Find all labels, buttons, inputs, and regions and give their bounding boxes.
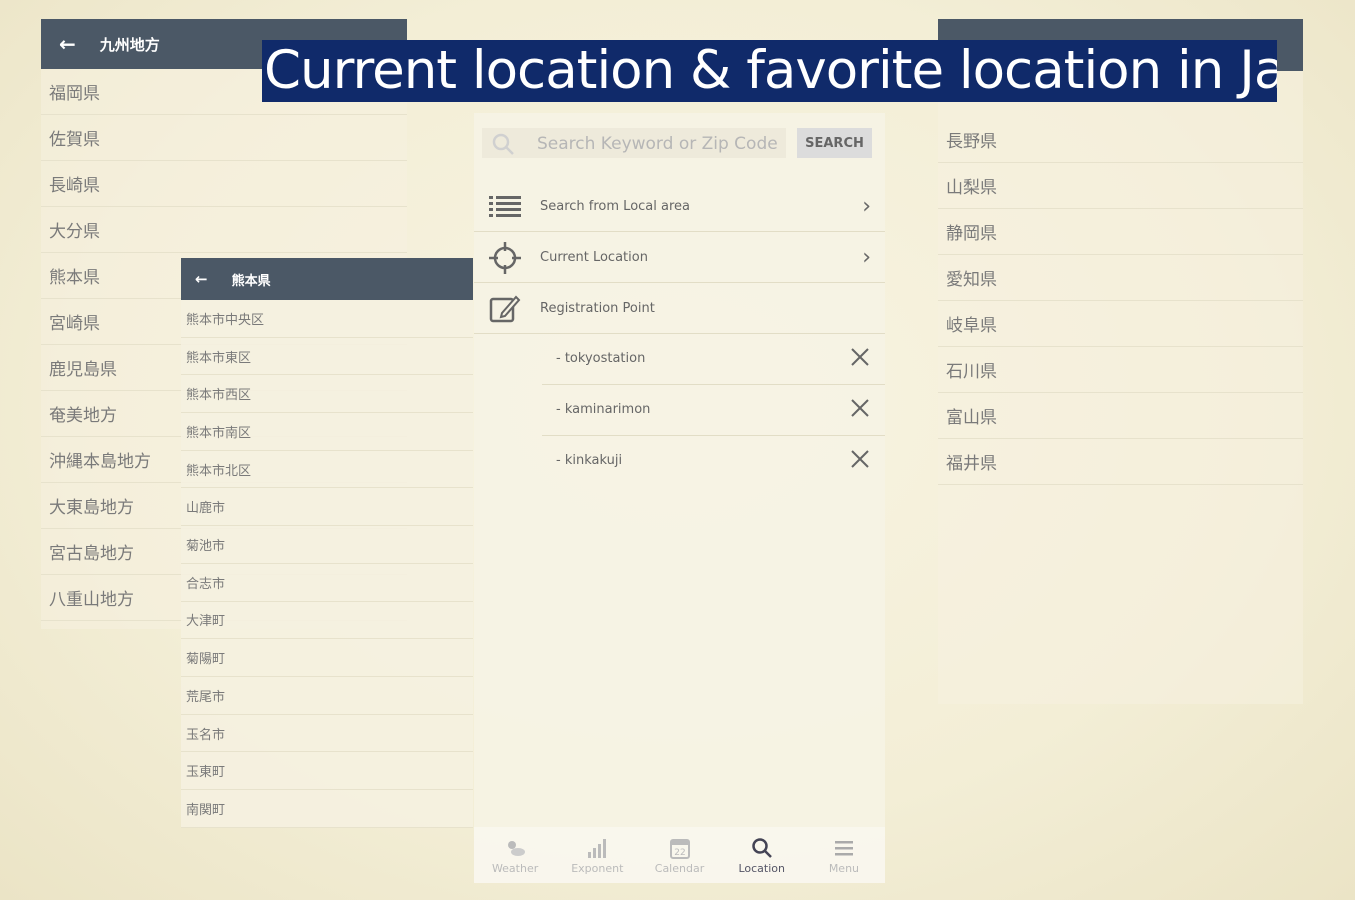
list-item[interactable]: 熊本市西区 — [181, 375, 473, 414]
calendar-day: 22 — [674, 848, 685, 858]
back-arrow-icon[interactable]: ← — [195, 270, 208, 288]
edit-icon — [489, 295, 521, 323]
hamburger-icon — [834, 840, 853, 855]
list-item[interactable]: 菊池市 — [181, 526, 473, 564]
promo-banner-title: Current location & favorite location in … — [262, 40, 1277, 102]
list-item[interactable]: 熊本市中央区 — [181, 300, 473, 338]
list-item[interactable]: 愛知県 — [938, 255, 1303, 301]
list-item[interactable]: 福井県 — [938, 439, 1303, 485]
bar-chart-icon — [588, 838, 607, 858]
menu-item-registration-point[interactable]: Registration Point — [474, 283, 885, 334]
list-item[interactable]: 玉名市 — [181, 715, 473, 753]
menu-item-current-location[interactable]: Current Location › — [474, 232, 885, 283]
favorite-label: - kaminarimon — [556, 402, 651, 417]
list-item[interactable]: 長崎県 — [41, 161, 407, 207]
nav-weather[interactable]: Weather — [474, 827, 556, 883]
nav-calendar[interactable]: 22 Calendar — [638, 827, 720, 883]
search-button[interactable]: SEARCH — [797, 128, 872, 158]
chevron-right-icon: › — [862, 193, 871, 219]
nav-label: Location — [738, 861, 785, 875]
list-item[interactable]: 熊本市東区 — [181, 338, 473, 376]
right-prefecture-panel: 長野県 山梨県 静岡県 愛知県 岐阜県 石川県 富山県 福井県 — [938, 19, 1303, 704]
bottom-navigation: Weather Exponent 22 Calendar Location Me… — [474, 827, 885, 883]
list-item[interactable]: 南関町 — [181, 790, 473, 828]
nav-exponent[interactable]: Exponent — [556, 827, 638, 883]
favorite-label: - kinkakuji — [556, 453, 623, 468]
list-item[interactable]: 熊本市南区 — [181, 413, 473, 451]
search-placeholder: Search Keyword or Zip Code — [537, 134, 778, 154]
weather-icon — [508, 840, 526, 856]
search-icon — [492, 133, 514, 155]
calendar-icon: 22 — [669, 838, 690, 859]
search-input[interactable]: Search Keyword or Zip Code — [482, 128, 786, 158]
favorite-item[interactable]: - kinkakuji — [542, 436, 885, 487]
list-item[interactable]: 岐阜県 — [938, 301, 1303, 347]
list-item[interactable]: 大分県 — [41, 207, 407, 253]
kumamoto-app-bar: ← 熊本県 — [181, 258, 473, 300]
app-bar-title: 九州地方 — [99, 35, 160, 54]
list-item[interactable]: 石川県 — [938, 347, 1303, 393]
list-item[interactable]: 静岡県 — [938, 209, 1303, 255]
list-item[interactable]: 熊本市北区 — [181, 451, 473, 489]
chevron-right-icon: › — [862, 244, 871, 270]
menu-item-local-area[interactable]: Search from Local area › — [474, 181, 885, 232]
menu-item-label: Registration Point — [540, 300, 655, 316]
crosshair-icon — [489, 242, 521, 274]
list-item[interactable]: 大津町 — [181, 602, 473, 640]
close-icon[interactable] — [849, 346, 871, 368]
list-item[interactable]: 菊陽町 — [181, 639, 473, 677]
nav-label: Weather — [491, 861, 539, 875]
favorite-label: - tokyostation — [556, 351, 646, 366]
close-icon[interactable] — [849, 448, 871, 470]
nav-label: Calendar — [654, 861, 705, 875]
nav-label: Menu — [828, 861, 860, 875]
list-item[interactable]: 玉東町 — [181, 752, 473, 791]
back-arrow-icon[interactable]: ← — [59, 32, 76, 56]
nav-menu[interactable]: Menu — [803, 827, 885, 883]
kumamoto-panel: ← 熊本県 熊本市中央区 熊本市東区 熊本市西区 熊本市南区 熊本市北区 山鹿市… — [181, 258, 473, 828]
menu-item-label: Current Location — [540, 249, 648, 265]
nav-label: Exponent — [571, 861, 624, 875]
list-item[interactable]: 長野県 — [938, 117, 1303, 163]
list-item[interactable]: 富山県 — [938, 393, 1303, 439]
menu-item-label: Search from Local area — [540, 198, 690, 214]
list-item[interactable]: 山梨県 — [938, 163, 1303, 209]
close-icon[interactable] — [849, 397, 871, 419]
list-item[interactable]: 佐賀県 — [41, 115, 407, 161]
list-item[interactable]: 合志市 — [181, 564, 473, 602]
list-item[interactable]: 荒尾市 — [181, 677, 473, 715]
list-item[interactable]: 山鹿市 — [181, 489, 473, 527]
app-bar-title: 熊本県 — [231, 273, 271, 289]
location-screen: Search Keyword or Zip Code SEARCH Search… — [474, 113, 885, 883]
list-icon — [489, 196, 521, 217]
nav-location[interactable]: Location — [721, 827, 803, 883]
search-icon — [751, 837, 772, 858]
favorite-item[interactable]: - kaminarimon — [542, 385, 885, 436]
favorite-item[interactable]: - tokyostation — [542, 334, 885, 385]
